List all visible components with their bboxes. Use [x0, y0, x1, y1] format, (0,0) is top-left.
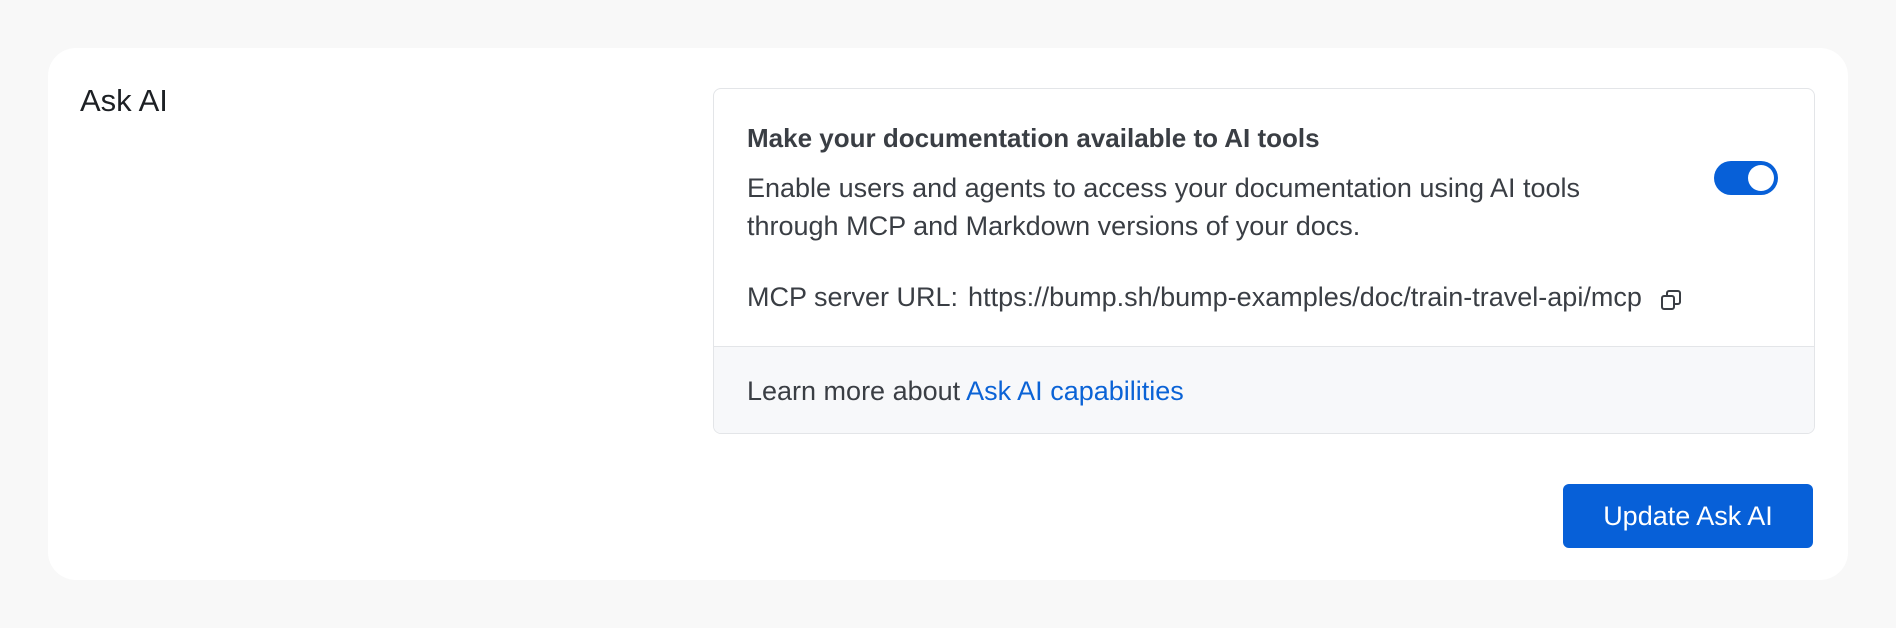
footer-text: Learn more about Ask AI capabilities — [747, 374, 1184, 408]
update-ask-ai-button[interactable]: Update Ask AI — [1563, 484, 1813, 548]
settings-card: Ask AI Make your documentation available… — [48, 48, 1848, 580]
copy-icon[interactable] — [1660, 285, 1682, 310]
section-title: Ask AI — [80, 83, 168, 118]
panel-body: Make your documentation available to AI … — [714, 89, 1814, 347]
footer-prefix: Learn more about — [747, 376, 961, 406]
panel-description: Enable users and agents to access your d… — [747, 173, 1581, 241]
panel-heading: Make your documentation available to AI … — [747, 123, 1320, 153]
toggle-knob — [1748, 165, 1774, 191]
mcp-server-label: MCP server URL: — [747, 282, 959, 312]
mcp-server-row: MCP server URL: https://bump.sh/bump-exam… — [747, 280, 1682, 314]
ai-tools-toggle[interactable] — [1714, 161, 1778, 195]
ask-ai-capabilities-link[interactable]: Ask AI capabilities — [966, 376, 1184, 406]
panel-footer: Learn more about Ask AI capabilities — [714, 347, 1814, 433]
mcp-server-url: https://bump.sh/bump-examples/doc/train-… — [968, 282, 1642, 312]
ask-ai-panel: Make your documentation available to AI … — [713, 88, 1815, 434]
